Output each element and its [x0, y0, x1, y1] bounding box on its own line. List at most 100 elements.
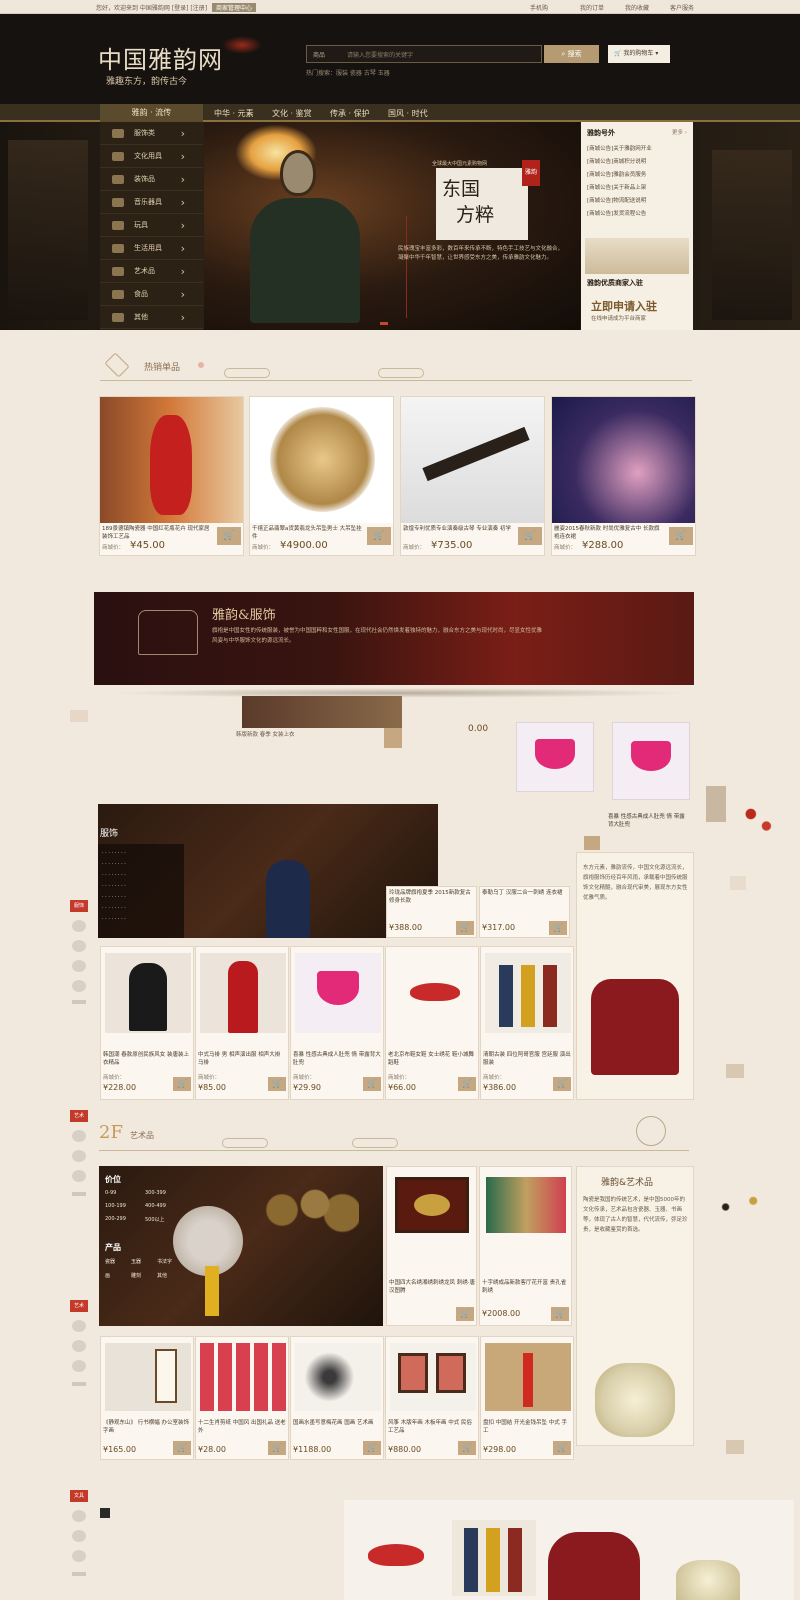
- product-name[interactable]: 189景德镇陶瓷器 中国红花瓶花卉 现代家居装饰工艺品: [102, 525, 212, 541]
- add-to-cart-button[interactable]: 🛒: [549, 921, 567, 935]
- add-to-cart-button[interactable]: 🛒: [173, 1077, 191, 1091]
- product-image[interactable]: [295, 1343, 381, 1411]
- sidebar-icon[interactable]: [72, 1000, 86, 1004]
- product-name[interactable]: 中国四大名绣湘绣刺绣龙凤 刺绣·唐汉图腾: [389, 1279, 475, 1295]
- category-item[interactable]: 音乐器具: [100, 191, 203, 214]
- sidebar-icon[interactable]: [72, 1320, 86, 1332]
- category-item[interactable]: 服饰类: [100, 122, 203, 145]
- sidebar-icon[interactable]: [72, 1130, 86, 1142]
- news-more-link[interactable]: 更多 ›: [672, 128, 687, 136]
- product-image[interactable]: [105, 953, 191, 1033]
- sidebar-icon[interactable]: [72, 980, 86, 992]
- product-name[interactable]: 玲珑品牌旗袍夏季 2015新款复古修身长款: [389, 889, 475, 905]
- product-name[interactable]: 十二生肖剪纸 中国风 出国礼品 送老外: [198, 1419, 286, 1435]
- apply-button[interactable]: 立即申请入驻: [591, 298, 657, 314]
- seller-center-link[interactable]: 商家管理中心: [212, 3, 257, 12]
- add-to-cart-button[interactable]: 🛒: [553, 1077, 571, 1091]
- add-to-cart-button[interactable]: 🛒: [173, 1441, 191, 1455]
- filter-option[interactable]: 其他: [157, 1272, 167, 1279]
- product-image[interactable]: [612, 722, 690, 800]
- nav-item[interactable]: 文化 · 鉴赏: [272, 108, 312, 119]
- product-name[interactable]: 麗姿2015春秋新款 时尚优雅复古中 长款旗袍连衣裙: [554, 525, 664, 541]
- product-name[interactable]: 国画水墨写意梅花画 国画 艺术画: [293, 1419, 381, 1427]
- sidebar-icon[interactable]: [72, 1340, 86, 1352]
- product-name[interactable]: 泰勒乌丁 汉服二合一刺绣 连衣裙: [482, 889, 568, 897]
- search-category[interactable]: 商品: [313, 50, 325, 59]
- add-to-cart-button[interactable]: 🛒: [363, 1077, 381, 1091]
- product-card[interactable]: 老北京布鞋女鞋 女士绣花 鞋小城舞蹈鞋 商城价： ¥66.00 🛒: [385, 946, 479, 1100]
- add-to-cart-button[interactable]: 🛒: [456, 921, 474, 935]
- sidebar-icon[interactable]: [72, 1150, 86, 1162]
- category-item[interactable]: 艺术品: [100, 260, 203, 283]
- add-to-cart-button[interactable]: 🛒: [456, 1307, 474, 1321]
- jacket-image[interactable]: [591, 979, 679, 1075]
- product-image[interactable]: [390, 953, 476, 1033]
- add-to-cart-button[interactable]: 🛒: [553, 1441, 571, 1455]
- news-item[interactable]: [商城公告]关于雅韵网开业: [587, 144, 652, 152]
- category-item[interactable]: 食品: [100, 283, 203, 306]
- sidebar-icon[interactable]: [72, 1192, 86, 1196]
- filter-option[interactable]: 雕刻: [131, 1272, 141, 1279]
- sidebar-floor-tag[interactable]: 艺术: [70, 1300, 88, 1312]
- product-card[interactable]: 中式马褂 男 相声演出服 相声大褂 马褂 商城价： ¥85.00 🛒: [195, 946, 289, 1100]
- add-to-cart-button[interactable]: 🛒: [458, 1077, 476, 1091]
- product-image[interactable]: [200, 953, 286, 1033]
- add-to-cart-button[interactable]: 🛒: [518, 527, 542, 545]
- product-image[interactable]: [485, 953, 571, 1033]
- add-to-cart-button[interactable]: [584, 836, 600, 850]
- sidebar-floor-tag[interactable]: 艺术: [70, 1110, 88, 1122]
- product-name[interactable]: 清朝古装 四位阿哥官服 宫廷服 演出服装: [483, 1051, 571, 1067]
- hot-search-words[interactable]: 热门搜索：服装 瓷器 古琴 玉器: [306, 68, 390, 77]
- category-item[interactable]: 装饰品: [100, 168, 203, 191]
- sidebar-icon[interactable]: [72, 1530, 86, 1542]
- vase-image[interactable]: [676, 1560, 740, 1600]
- product-card[interactable]: 韩国潮 春款原创民族风女 装唐装上衣精品 商城价： ¥228.00 🛒: [100, 946, 194, 1100]
- product-card[interactable]: 十二生肖剪纸 中国风 出国礼品 送老外 ¥28.00 🛒: [195, 1336, 289, 1460]
- product-card[interactable]: 玲珑品牌旗袍夏季 2015新款复古修身长款 ¥388.00 🛒: [386, 886, 477, 938]
- product-name[interactable]: 中式马褂 男 相声演出服 相声大褂 马褂: [198, 1051, 286, 1067]
- filter-row[interactable]: · · · · · · · · · · · · · · · · · · · · · …: [102, 848, 126, 925]
- product-card[interactable]: 敦煌专利优质专业演奏级古琴 专业演奏 初学 商城价： ¥735.00 🛒: [400, 396, 545, 556]
- category-menu-head[interactable]: 雅韵 · 流传: [100, 104, 203, 122]
- product-name[interactable]: 盘扣 中国结 开光金钱吊坠 中式 手工: [483, 1419, 571, 1435]
- add-to-cart-button[interactable]: [384, 728, 402, 748]
- product-card[interactable]: 麗姿2015春秋新款 时尚优雅复古中 长款旗袍连衣裙 商城价： ¥288.00 …: [551, 396, 696, 556]
- add-to-cart-button[interactable]: 🛒: [669, 527, 693, 545]
- news-item[interactable]: [商城公告]关于新品上架: [587, 183, 646, 191]
- jacket-image[interactable]: [548, 1532, 640, 1600]
- product-card[interactable]: 清朝古装 四位阿哥官服 宫廷服 演出服装 商城价： ¥386.00 🛒: [480, 946, 574, 1100]
- product-name[interactable]: 千禧正品翡翠a货黄翡龙头吊坠男士 大吊坠挂件: [252, 525, 362, 541]
- product-name[interactable]: 敦煌专利优质专业演奏级古琴 专业演奏 初学: [403, 525, 513, 533]
- product-image[interactable]: [401, 397, 544, 523]
- costume-image[interactable]: [452, 1520, 536, 1596]
- search-input[interactable]: 商品 请输入您要搜索的关键字: [306, 45, 542, 63]
- product-image[interactable]: [395, 1177, 469, 1233]
- nav-item[interactable]: 国风 · 时代: [388, 108, 428, 119]
- vase-image[interactable]: [595, 1363, 675, 1437]
- product-card[interactable]: 中国四大名绣湘绣刺绣龙凤 刺绣·唐汉图腾 🛒: [386, 1166, 477, 1326]
- product-image[interactable]: [486, 1177, 566, 1233]
- floor2-banner[interactable]: 价位 0-99 300-399 100-199 400-499 200-299 …: [99, 1166, 383, 1326]
- sidebar-floor-tag[interactable]: 服饰: [70, 900, 88, 912]
- sidebar-icon[interactable]: [72, 920, 86, 932]
- product-card[interactable]: 盘扣 中国结 开光金钱吊坠 中式 手工 ¥298.00 🛒: [480, 1336, 574, 1460]
- news-item[interactable]: [商城公告]物流配送说明: [587, 196, 646, 204]
- product-name[interactable]: 老北京布鞋女鞋 女士绣花 鞋小城舞蹈鞋: [388, 1051, 476, 1067]
- filter-option[interactable]: 书法字: [157, 1258, 172, 1265]
- product-card[interactable]: 国画水墨写意梅花画 国画 艺术画 ¥1188.00 🛒: [290, 1336, 384, 1460]
- search-button[interactable]: ⌕ 搜索: [544, 45, 599, 63]
- sidebar-icon[interactable]: [72, 1170, 86, 1182]
- filter-option[interactable]: 玉器: [131, 1258, 141, 1265]
- sidebar-floor-tag[interactable]: 文具: [70, 1490, 88, 1502]
- add-to-cart-button[interactable]: 🛒: [268, 1441, 286, 1455]
- sidebar-icon[interactable]: [72, 960, 86, 972]
- product-image[interactable]: [250, 397, 393, 523]
- product-name[interactable]: 喜暴 性感古典成人肚兜 情 带露背大肚兜: [293, 1051, 381, 1067]
- product-image[interactable]: [390, 1343, 476, 1411]
- nav-item[interactable]: 传承 · 保护: [330, 108, 370, 119]
- product-image[interactable]: [516, 722, 594, 792]
- product-card[interactable]: 《静观东山》 行书横幅 办公室装饰字画 ¥165.00 🛒: [100, 1336, 194, 1460]
- add-to-cart-button[interactable]: 🛒: [551, 1307, 569, 1321]
- filter-option[interactable]: 100-199: [105, 1203, 126, 1209]
- product-image[interactable]: [295, 953, 381, 1033]
